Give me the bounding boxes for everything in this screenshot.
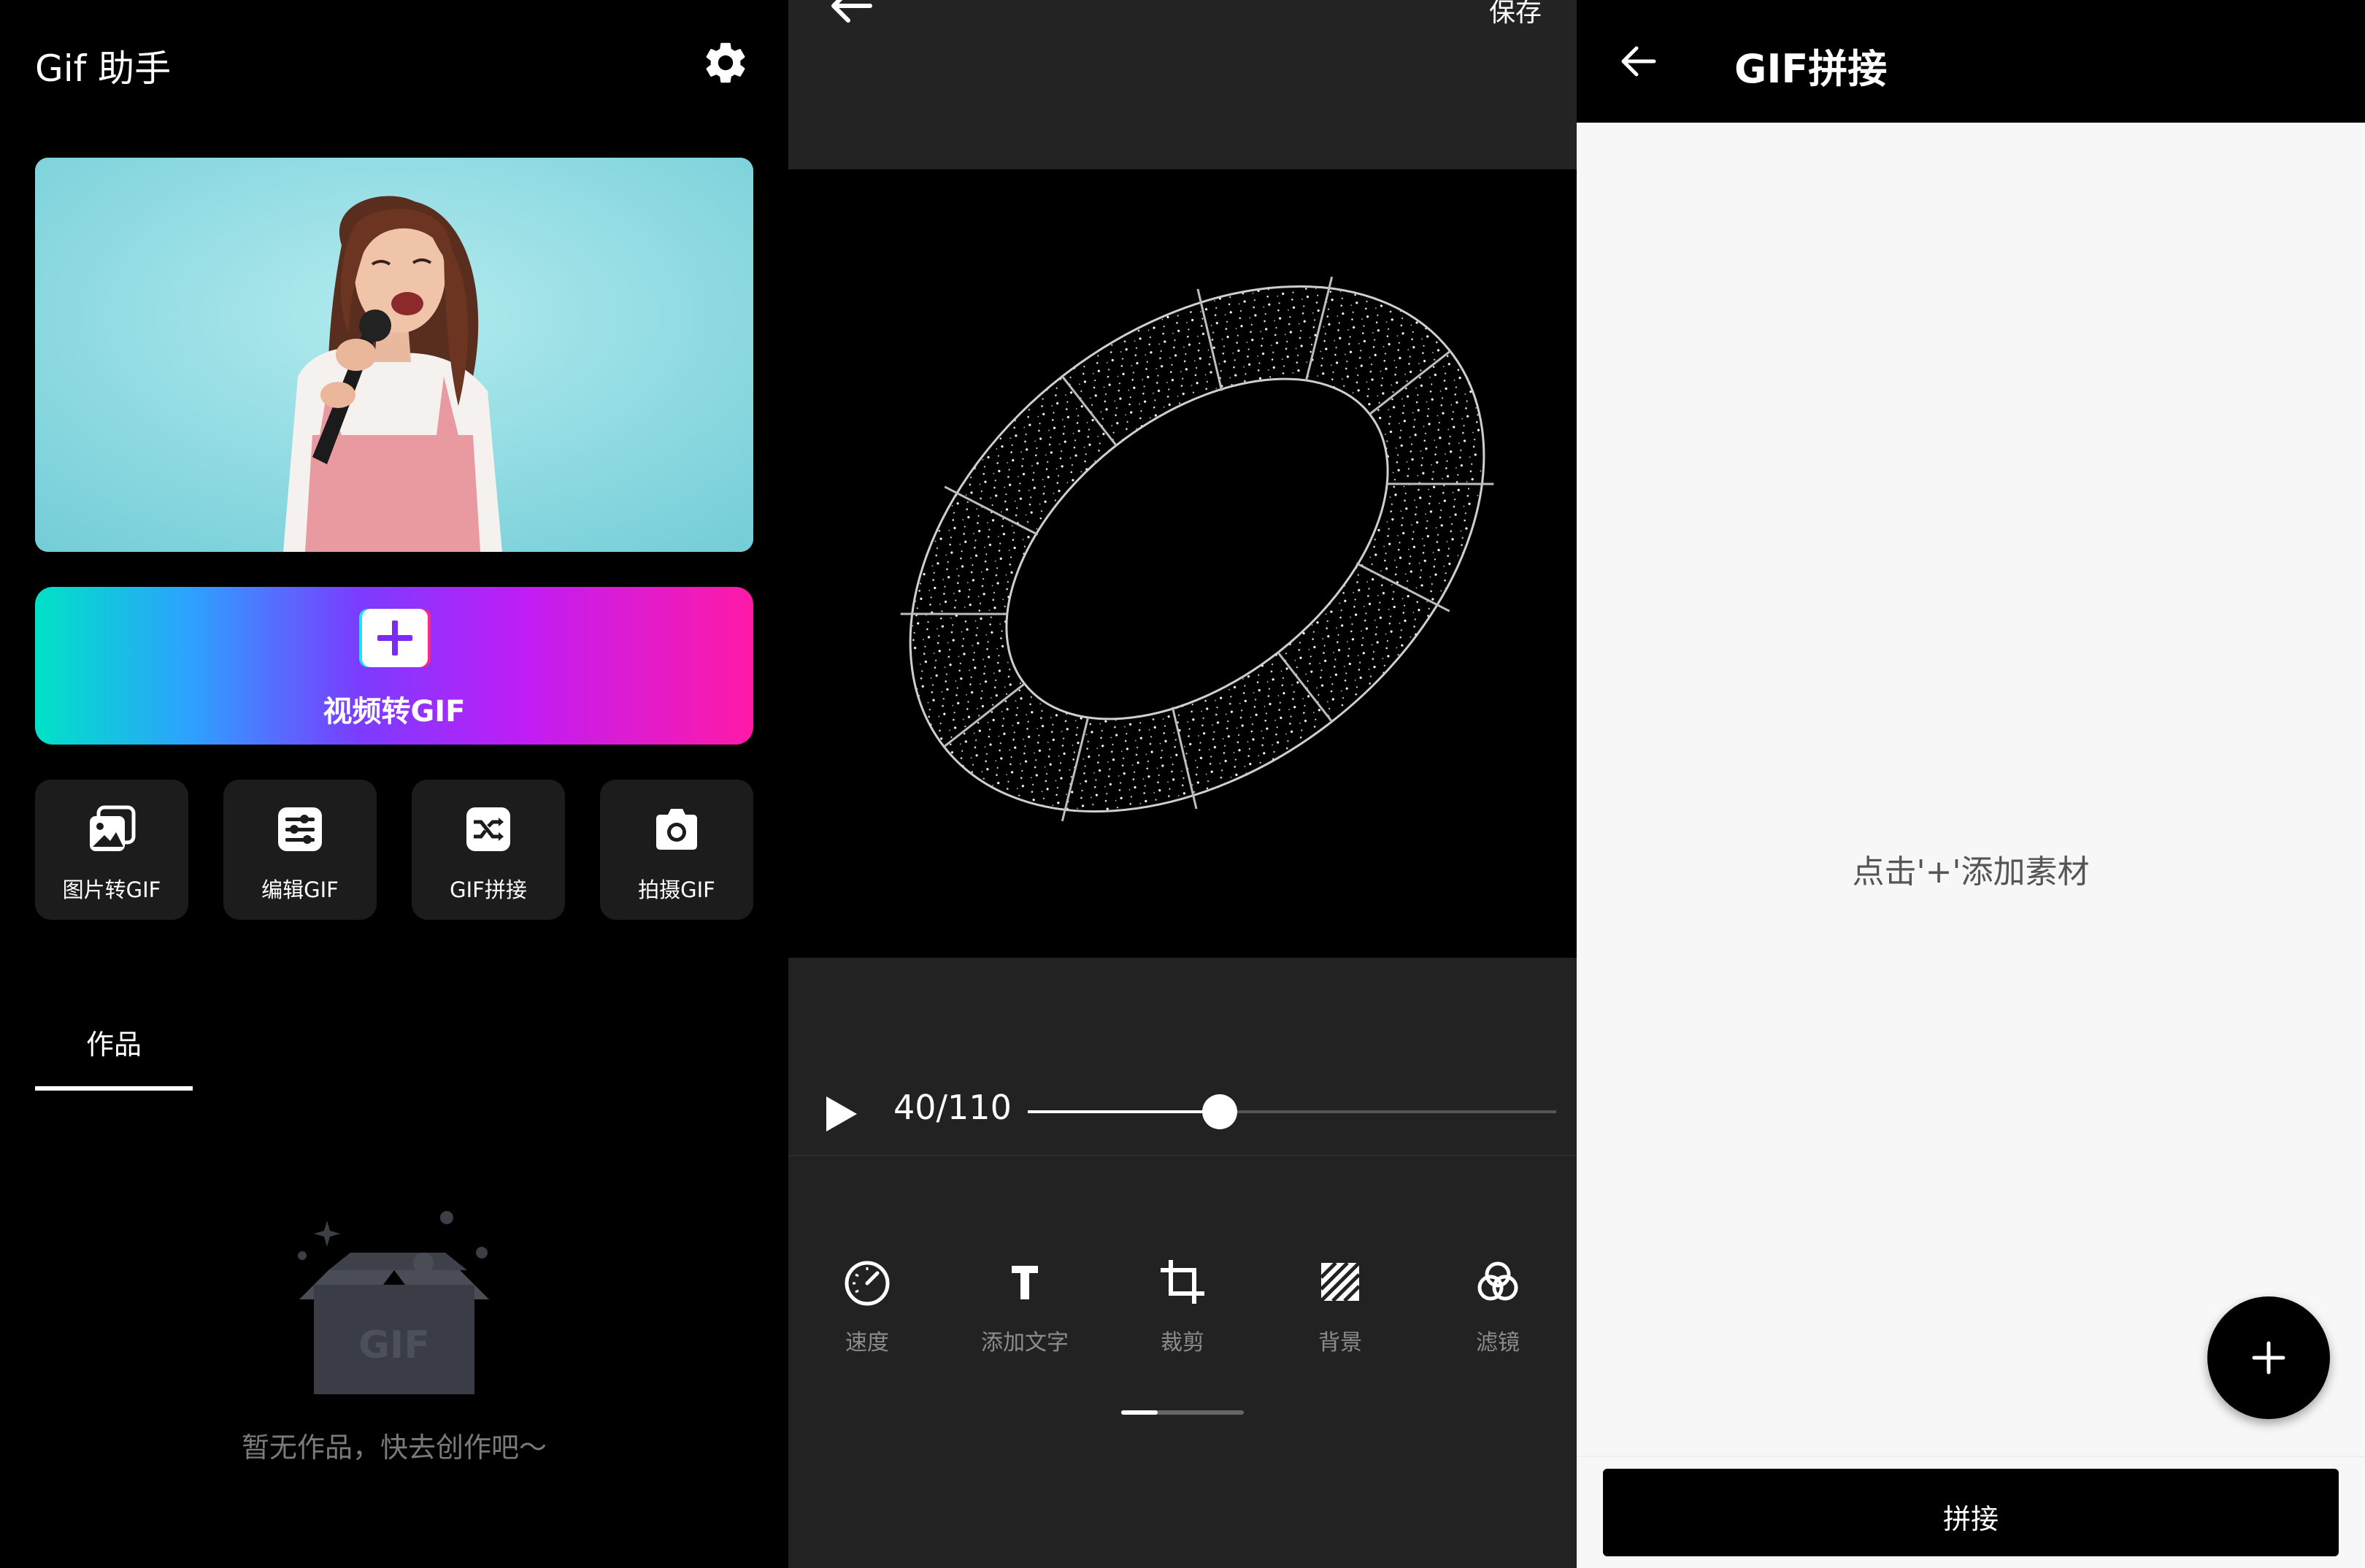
background-pattern-icon xyxy=(1320,1261,1361,1302)
stitch-footer: 拼接 xyxy=(1577,1456,2365,1568)
tool-label: 滤镜 xyxy=(1476,1330,1520,1356)
camera-icon xyxy=(656,809,697,850)
page-title: GIF拼接 xyxy=(1734,46,1888,92)
tool-label: 拍摄GIF xyxy=(638,877,715,902)
tab-works[interactable]: 作品 xyxy=(35,1022,193,1062)
back-arrow-icon[interactable] xyxy=(826,0,874,26)
save-button[interactable]: 保存 xyxy=(1489,0,1542,29)
box-gif-text: GIF xyxy=(358,1323,430,1367)
crop-tool[interactable]: 裁剪 xyxy=(1117,1256,1248,1365)
video-to-gif-label: 视频转GIF xyxy=(323,695,466,729)
empty-hint: 点击'+'添加素材 xyxy=(1852,853,2090,891)
gif-stitch-button[interactable]: GIF拼接 xyxy=(412,780,565,920)
stitch-button[interactable]: 拼接 xyxy=(1603,1469,2339,1556)
woman-singing-photo xyxy=(35,158,753,552)
crop-icon xyxy=(1161,1260,1204,1304)
divider xyxy=(788,1155,1577,1156)
editor-top-bar: 保存 xyxy=(788,0,1577,169)
gif-preview-canvas xyxy=(788,169,1577,958)
add-text-tool[interactable]: 添加文字 xyxy=(959,1256,1091,1365)
sliders-icon xyxy=(278,807,322,851)
slider-progress xyxy=(1028,1110,1220,1113)
speed-tool[interactable]: 速度 xyxy=(801,1256,933,1365)
stitch-screen: GIF拼接 点击'+'添加素材 拼接 xyxy=(1577,0,2365,1568)
tool-label: 图片转GIF xyxy=(62,877,161,902)
sparkle-ring-gif xyxy=(900,276,1494,822)
shoot-gif-button[interactable]: 拍摄GIF xyxy=(600,780,753,920)
empty-box-illustration: GIF xyxy=(298,1211,489,1394)
stitch-button-label: 拼接 xyxy=(1942,1503,1999,1535)
tab-indicator xyxy=(35,1086,193,1091)
shuffle-icon xyxy=(466,807,510,851)
filter-circles-icon xyxy=(1477,1261,1518,1301)
background-tool[interactable]: 背景 xyxy=(1274,1256,1406,1365)
stitch-top-bar: GIF拼接 xyxy=(1577,0,2365,123)
back-arrow-icon[interactable] xyxy=(1618,41,1658,82)
plus-icon xyxy=(2252,1341,2285,1375)
empty-state-text: 暂无作品，快去创作吧～ xyxy=(241,1431,547,1464)
frame-counter: 40/110 xyxy=(893,1088,1012,1127)
editor-screen: 保存 40/110 速度 添加文字 裁剪 背景 滤镜 xyxy=(788,0,1577,1568)
text-icon xyxy=(1012,1266,1038,1299)
tool-label: 速度 xyxy=(845,1330,889,1356)
tool-label: 添加文字 xyxy=(981,1330,1069,1356)
play-icon[interactable] xyxy=(818,1092,861,1136)
tool-label: 裁剪 xyxy=(1161,1330,1204,1356)
slider-thumb[interactable] xyxy=(1202,1094,1238,1129)
speedometer-icon xyxy=(845,1261,890,1306)
page-indicator xyxy=(1121,1410,1244,1415)
app-title: Gif 助手 xyxy=(35,47,172,90)
edit-gif-button[interactable]: 编辑GIF xyxy=(223,780,377,920)
video-to-gif-button[interactable]: 视频转GIF xyxy=(35,587,753,745)
editor-controls: 40/110 速度 添加文字 裁剪 背景 滤镜 xyxy=(788,958,1577,1568)
image-stack-icon xyxy=(90,805,136,851)
filter-tool[interactable]: 滤镜 xyxy=(1432,1256,1564,1365)
tool-label: 编辑GIF xyxy=(261,877,339,902)
page-indicator-active xyxy=(1121,1410,1158,1415)
add-material-button[interactable] xyxy=(2207,1296,2330,1419)
tool-label: 背景 xyxy=(1318,1330,1362,1356)
gear-icon[interactable] xyxy=(701,38,750,88)
banner-image[interactable] xyxy=(35,158,753,552)
tool-label: GIF拼接 xyxy=(450,877,527,902)
home-screen: Gif 助手 视频转GIF 图片转GIF 编辑GIF GIF拼接 拍摄GIF 作… xyxy=(0,0,788,1568)
frame-slider[interactable] xyxy=(1028,1094,1556,1129)
image-to-gif-button[interactable]: 图片转GIF xyxy=(35,780,188,920)
plus-icon xyxy=(359,609,431,667)
